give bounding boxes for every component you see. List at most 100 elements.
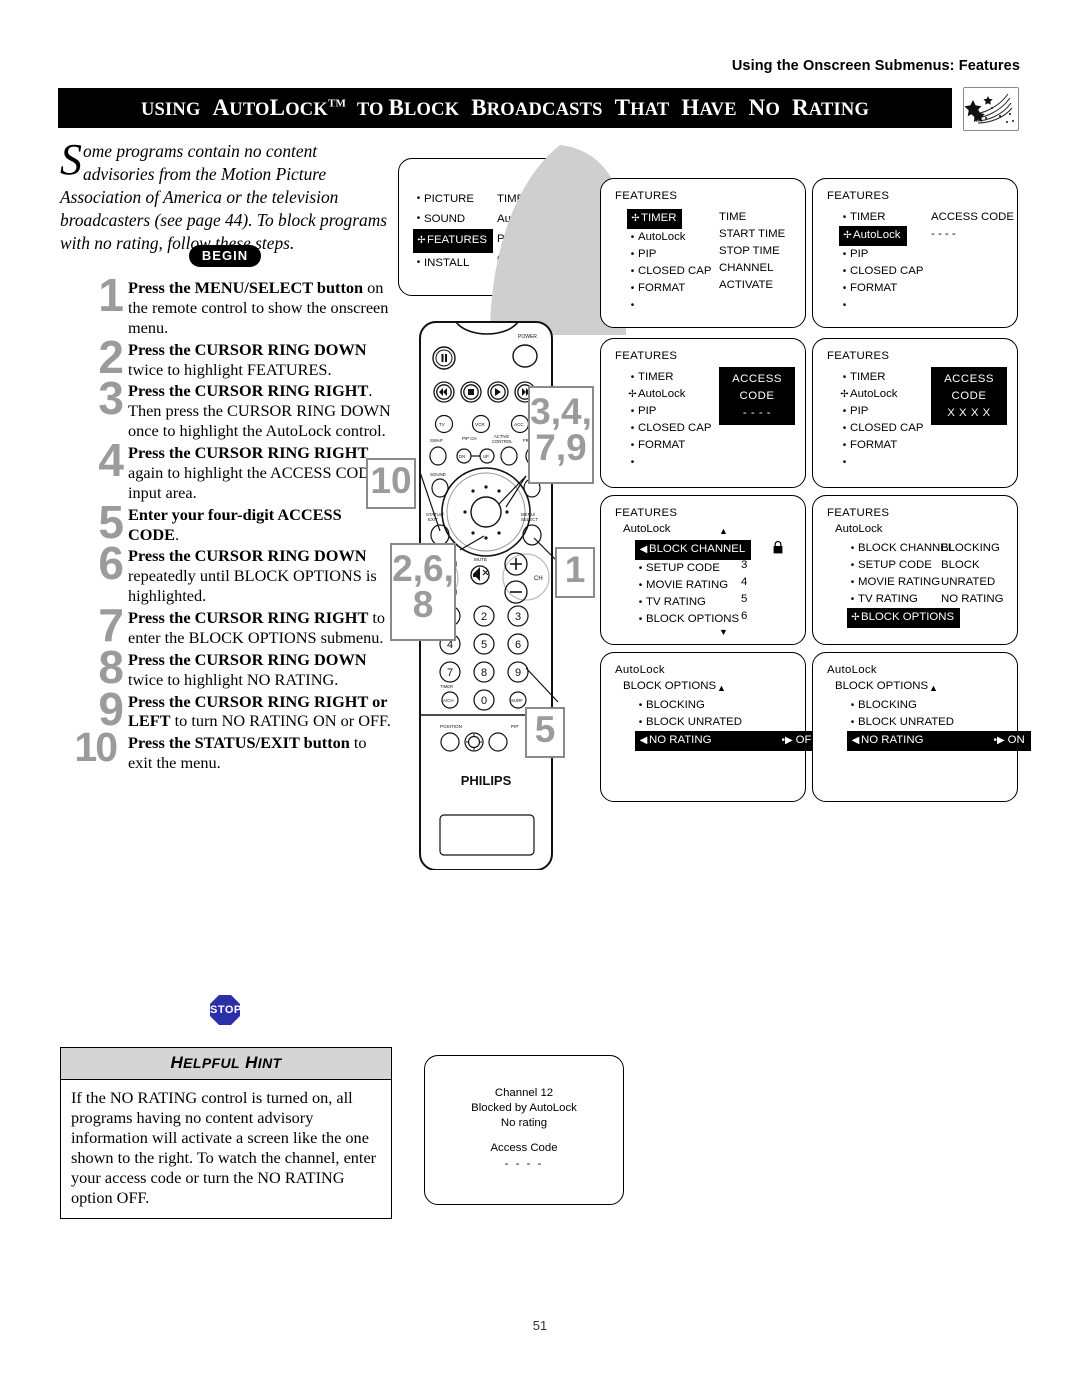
tv-screen-block-options-off: AutoLock BLOCK OPTIONS • BLOCKING • BLOCK UNR… (600, 652, 825, 802)
access-code-box[interactable]: ACCESS CODE X X X X (931, 367, 1007, 425)
screen-item-closed-cap[interactable]: • CLOSED CAP (627, 420, 712, 437)
svg-text:POWER: POWER (518, 334, 537, 340)
screen-item-block-channel[interactable]: ◀ BLOCK CHANNEL (635, 540, 752, 560)
step-number: 6 (98, 537, 124, 590)
screen-item-label: CLOSED CAP (638, 265, 712, 277)
begin-badge-wrap: BEGIN (60, 245, 390, 267)
callout-steps-2-6-8: 2,6, 8 (390, 543, 456, 641)
screen-item-autolock[interactable]: • AutoLock (627, 229, 711, 246)
screen-item-label: CLOSED CAP (638, 422, 712, 434)
step-text: Press the CURSOR RING DOWN repeatedly un… (128, 546, 377, 606)
screen-value: 3 (741, 559, 748, 571)
screen-item-label: ✢AutoLock (839, 226, 907, 246)
screen-item-timer[interactable]: • TIMER (627, 369, 711, 386)
screen-value: NO RATING (941, 593, 1004, 605)
screen-item-autolock[interactable]: ✢AutoLock (839, 386, 923, 403)
scroll-up-arrow-icon[interactable]: ▲ (929, 683, 938, 693)
screen-item-format[interactable]: • FORMAT (839, 280, 923, 297)
screen-header: FEATURES (827, 190, 890, 202)
bullet-icon: • (630, 283, 635, 294)
access-code-box[interactable]: ACCESS CODE - - - - (719, 367, 795, 425)
callout-step-5: 5 (525, 707, 565, 758)
cursor-marker-icon: ◀ (851, 735, 860, 746)
screen-item-label: BLOCK OPTIONS (646, 613, 740, 625)
tv-screen-autolock-block-channel: FEATURES AutoLock ◀ BLOCK CHANNEL • SETUP COD… (600, 495, 806, 645)
screen-item-no-rating[interactable]: ◀ NO RATING •▶ ON (847, 731, 1031, 751)
screen-item-label: FORMAT (850, 439, 898, 451)
screen-item-label: BLOCK UNRATED (858, 716, 954, 728)
screen-item-no-rating[interactable]: ◀ NO RATING •▶ OFF (635, 731, 825, 751)
bullet-icon: • (416, 257, 421, 268)
screen-item-label: FORMAT (850, 282, 898, 294)
screen-item-label: PIP (850, 248, 869, 260)
svg-text:SWAP: SWAP (430, 438, 443, 443)
screen-item-pip[interactable]: • PIP (839, 246, 923, 263)
intro-text: ome programs contain no content advisori… (60, 141, 388, 253)
blocked-line-channel: Channel 12 (494, 1087, 554, 1099)
scroll-down-arrow-icon[interactable]: ▼ (719, 627, 728, 637)
screen-item-label: PIP (850, 405, 869, 417)
scroll-up-arrow-icon[interactable]: ▲ (717, 683, 726, 693)
screen-header: FEATURES (827, 507, 890, 519)
screen-item-closed-cap[interactable]: • CLOSED CAP (839, 420, 924, 437)
screen-item-block-unrated[interactable]: • BLOCK UNRATED (847, 714, 1031, 731)
step-list: 1 Press the MENU/SELECT button on the rem… (60, 272, 395, 775)
screen-item-pip[interactable]: • PIP (839, 403, 923, 420)
step-text: Press the CURSOR RING DOWN twice to high… (128, 339, 367, 379)
screen-item-pip[interactable]: • PIP (627, 246, 711, 263)
bullet-icon: • (638, 597, 643, 608)
screen-item-timer[interactable]: ✢TIMER (627, 209, 711, 229)
screen-item-timer[interactable]: • TIMER (839, 209, 923, 226)
bullet-icon: • (416, 193, 421, 204)
value-arrows-icon: •▶ (993, 735, 1005, 746)
value-arrows-icon: •▶ (781, 735, 793, 746)
bullet-icon: • (630, 406, 635, 417)
screen-item-format[interactable]: • FORMAT (839, 437, 923, 454)
screen-item-timer[interactable]: • TIMER (839, 369, 923, 386)
screen-value: ACTIVATE (719, 279, 774, 291)
tv-screen-features-timer: FEATURES ✢TIMER • AutoLock • PIP • CLOSED CAP • F… (600, 178, 806, 328)
screen-item-format[interactable]: • FORMAT (627, 280, 711, 297)
bullet-icon: • (850, 594, 855, 605)
access-code-label: ACCESS CODE (732, 373, 782, 402)
screen-item-empty: • (627, 297, 711, 314)
bullet-icon: • (842, 249, 847, 260)
screen-item-autolock[interactable]: ✢AutoLock (839, 226, 923, 246)
bullet-icon: • (630, 300, 635, 311)
access-code-value: - - - - (742, 407, 772, 419)
screen-item-block-options[interactable]: • BLOCK OPTIONS (635, 611, 751, 628)
screen-item-blocking[interactable]: • BLOCKING (847, 697, 1031, 714)
screen-item-setup-code[interactable]: • SETUP CODE (635, 560, 751, 577)
screen-item-autolock[interactable]: ✢AutoLock (627, 386, 711, 403)
screen-item-blocking[interactable]: • BLOCKING (635, 697, 824, 714)
manual-page: Using the Onscreen Submenus: Features US… (0, 0, 1080, 1397)
bullet-icon: • (638, 614, 643, 625)
screen-item-format[interactable]: • FORMAT (627, 437, 711, 454)
screen-item-closed-cap[interactable]: • CLOSED CAP (627, 263, 712, 280)
step-text: Press the MENU/SELECT button on the remo… (128, 278, 389, 337)
screen-item-label: AutoLock (850, 388, 898, 400)
helpful-hint-body: If the NO RATING control is turned on, a… (71, 1088, 377, 1208)
screen-item-closed-cap[interactable]: • CLOSED CAP (839, 263, 924, 280)
tv-screen-block-options-on: AutoLock BLOCK OPTIONS • BLOCKING • BLOCK UNR… (812, 652, 1031, 802)
screen-item-list: • BLOCKING • BLOCK UNRATED ◀ NO RATING •▶ ON (847, 697, 1031, 751)
bullet-icon: • (842, 283, 847, 294)
screen-item-block-unrated[interactable]: • BLOCK UNRATED (635, 714, 824, 731)
screen-item-movie-rating[interactable]: • MOVIE RATING (635, 577, 751, 594)
screen-item-block-options[interactable]: ✢BLOCK OPTIONS (847, 608, 961, 628)
screen-item-tv-rating[interactable]: • TV RATING (635, 594, 751, 611)
cursor-marker-icon: ✢ (417, 235, 426, 246)
bullet-icon: • (842, 300, 847, 311)
scroll-up-arrow-icon[interactable]: ▲ (719, 526, 728, 536)
svg-text:PHILIPS: PHILIPS (461, 773, 512, 788)
step-text: Enter your four-digit ACCESS CODE. (128, 504, 342, 544)
screen-item-pip[interactable]: • PIP (627, 403, 711, 420)
screen-item-list: • BLOCKING • BLOCK UNRATED ◀ NO RATING •▶ OFF (635, 697, 825, 751)
step-text: Press the CURSOR RING DOWN twice to high… (128, 649, 367, 689)
cursor-marker-icon: ✢ (851, 612, 860, 623)
screen-item-label: TIMER (850, 371, 886, 383)
svg-text:6: 6 (515, 639, 521, 651)
screen-value: - - - - (931, 228, 956, 240)
tv-screen-features-autolock: FEATURES • TIMER ✢AutoLock • PIP • CLOSED CAP • F… (812, 178, 1018, 328)
screen-item-label: PIP (638, 405, 657, 417)
